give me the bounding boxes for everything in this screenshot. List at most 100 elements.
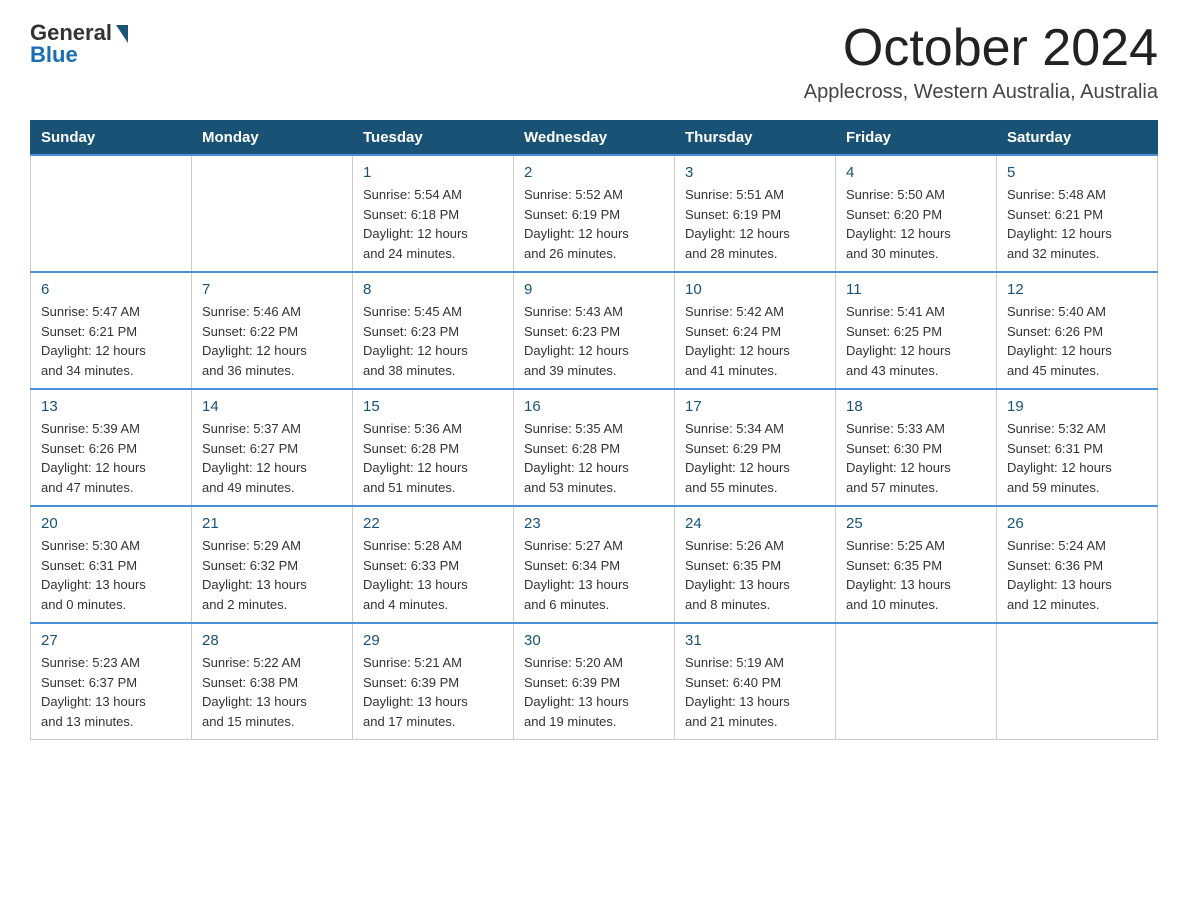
day-number: 25 [846,515,986,532]
calendar-cell: 3 Sunrise: 5:51 AM Sunset: 6:19 PM Daylig… [675,155,836,272]
day-number: 27 [41,632,181,649]
calendar-cell [997,623,1158,740]
day-info: Sunrise: 5:40 AM Sunset: 6:26 PM Dayligh… [1007,302,1147,380]
calendar-cell: 7 Sunrise: 5:46 AM Sunset: 6:22 PM Daylig… [192,272,353,389]
day-number: 24 [685,515,825,532]
weekday-header-saturday: Saturday [997,121,1158,156]
day-info: Sunrise: 5:54 AM Sunset: 6:18 PM Dayligh… [363,185,503,263]
calendar-cell: 27 Sunrise: 5:23 AM Sunset: 6:37 PM Dayli… [31,623,192,740]
day-number: 21 [202,515,342,532]
day-info: Sunrise: 5:20 AM Sunset: 6:39 PM Dayligh… [524,653,664,731]
day-number: 26 [1007,515,1147,532]
calendar-cell: 8Sunrise: 5:45 AM Sunset: 6:23 PM Daylig… [353,272,514,389]
day-info: Sunrise: 5:28 AM Sunset: 6:33 PM Dayligh… [363,536,503,614]
calendar-header: SundayMondayTuesdayWednesdayThursdayFrid… [31,121,1158,156]
weekday-header-monday: Monday [192,121,353,156]
weekday-header-friday: Friday [836,121,997,156]
day-info: Sunrise: 5:19 AM Sunset: 6:40 PM Dayligh… [685,653,825,731]
day-info: Sunrise: 5:33 AM Sunset: 6:30 PM Dayligh… [846,419,986,497]
day-info: Sunrise: 5:22 AM Sunset: 6:38 PM Dayligh… [202,653,342,731]
calendar-cell: 20Sunrise: 5:30 AM Sunset: 6:31 PM Dayli… [31,506,192,623]
day-info: Sunrise: 5:52 AM Sunset: 6:19 PM Dayligh… [524,185,664,263]
day-number: 8 [363,281,503,298]
day-number: 29 [363,632,503,649]
calendar-table: SundayMondayTuesdayWednesdayThursdayFrid… [30,120,1158,740]
calendar-cell: 10Sunrise: 5:42 AM Sunset: 6:24 PM Dayli… [675,272,836,389]
calendar-cell: 25 Sunrise: 5:25 AM Sunset: 6:35 PM Dayli… [836,506,997,623]
calendar-cell: 24 Sunrise: 5:26 AM Sunset: 6:35 PM Dayli… [675,506,836,623]
day-number: 2 [524,164,664,181]
calendar-cell: 28 Sunrise: 5:22 AM Sunset: 6:38 PM Dayli… [192,623,353,740]
day-number: 23 [524,515,664,532]
calendar-cell: 1Sunrise: 5:54 AM Sunset: 6:18 PM Daylig… [353,155,514,272]
calendar-week-2: 13 Sunrise: 5:39 AM Sunset: 6:26 PM Dayli… [31,389,1158,506]
calendar-week-1: 6Sunrise: 5:47 AM Sunset: 6:21 PM Daylig… [31,272,1158,389]
day-number: 28 [202,632,342,649]
day-number: 4 [846,164,986,181]
day-number: 7 [202,281,342,298]
calendar-cell: 30 Sunrise: 5:20 AM Sunset: 6:39 PM Dayli… [514,623,675,740]
day-info: Sunrise: 5:39 AM Sunset: 6:26 PM Dayligh… [41,419,181,497]
weekday-header-wednesday: Wednesday [514,121,675,156]
header-row: SundayMondayTuesdayWednesdayThursdayFrid… [31,121,1158,156]
calendar-cell: 15Sunrise: 5:36 AM Sunset: 6:28 PM Dayli… [353,389,514,506]
day-info: Sunrise: 5:48 AM Sunset: 6:21 PM Dayligh… [1007,185,1147,263]
day-number: 11 [846,281,986,298]
day-number: 22 [363,515,503,532]
calendar-cell: 2 Sunrise: 5:52 AM Sunset: 6:19 PM Daylig… [514,155,675,272]
logo-blue-text: Blue [30,42,78,68]
calendar-cell: 14 Sunrise: 5:37 AM Sunset: 6:27 PM Dayli… [192,389,353,506]
day-info: Sunrise: 5:21 AM Sunset: 6:39 PM Dayligh… [363,653,503,731]
day-info: Sunrise: 5:23 AM Sunset: 6:37 PM Dayligh… [41,653,181,731]
day-number: 30 [524,632,664,649]
day-info: Sunrise: 5:41 AM Sunset: 6:25 PM Dayligh… [846,302,986,380]
weekday-header-thursday: Thursday [675,121,836,156]
calendar-cell: 31 Sunrise: 5:19 AM Sunset: 6:40 PM Dayli… [675,623,836,740]
calendar-cell: 22 Sunrise: 5:28 AM Sunset: 6:33 PM Dayli… [353,506,514,623]
calendar-cell: 17Sunrise: 5:34 AM Sunset: 6:29 PM Dayli… [675,389,836,506]
day-info: Sunrise: 5:24 AM Sunset: 6:36 PM Dayligh… [1007,536,1147,614]
month-title: October 2024 [804,20,1158,77]
day-info: Sunrise: 5:25 AM Sunset: 6:35 PM Dayligh… [846,536,986,614]
calendar-cell: 11 Sunrise: 5:41 AM Sunset: 6:25 PM Dayli… [836,272,997,389]
calendar-week-4: 27 Sunrise: 5:23 AM Sunset: 6:37 PM Dayli… [31,623,1158,740]
day-number: 5 [1007,164,1147,181]
calendar-cell: 9 Sunrise: 5:43 AM Sunset: 6:23 PM Daylig… [514,272,675,389]
calendar-cell: 23 Sunrise: 5:27 AM Sunset: 6:34 PM Dayli… [514,506,675,623]
calendar-cell [192,155,353,272]
day-info: Sunrise: 5:26 AM Sunset: 6:35 PM Dayligh… [685,536,825,614]
calendar-cell: 26 Sunrise: 5:24 AM Sunset: 6:36 PM Dayli… [997,506,1158,623]
location-title: Applecross, Western Australia, Australia [804,81,1158,104]
day-number: 31 [685,632,825,649]
day-number: 3 [685,164,825,181]
day-info: Sunrise: 5:30 AM Sunset: 6:31 PM Dayligh… [41,536,181,614]
day-info: Sunrise: 5:35 AM Sunset: 6:28 PM Dayligh… [524,419,664,497]
day-info: Sunrise: 5:46 AM Sunset: 6:22 PM Dayligh… [202,302,342,380]
day-number: 15 [363,398,503,415]
logo-triangle-icon [116,25,128,43]
calendar-cell [31,155,192,272]
day-info: Sunrise: 5:51 AM Sunset: 6:19 PM Dayligh… [685,185,825,263]
day-info: Sunrise: 5:47 AM Sunset: 6:21 PM Dayligh… [41,302,181,380]
calendar-cell [836,623,997,740]
day-info: Sunrise: 5:34 AM Sunset: 6:29 PM Dayligh… [685,419,825,497]
calendar-week-3: 20Sunrise: 5:30 AM Sunset: 6:31 PM Dayli… [31,506,1158,623]
day-number: 9 [524,281,664,298]
day-number: 18 [846,398,986,415]
day-info: Sunrise: 5:37 AM Sunset: 6:27 PM Dayligh… [202,419,342,497]
title-area: October 2024 Applecross, Western Austral… [804,20,1158,104]
logo: General Blue [30,20,128,68]
day-number: 19 [1007,398,1147,415]
day-number: 13 [41,398,181,415]
weekday-header-sunday: Sunday [31,121,192,156]
calendar-body: 1Sunrise: 5:54 AM Sunset: 6:18 PM Daylig… [31,155,1158,740]
day-number: 14 [202,398,342,415]
day-number: 10 [685,281,825,298]
day-info: Sunrise: 5:43 AM Sunset: 6:23 PM Dayligh… [524,302,664,380]
calendar-cell: 6Sunrise: 5:47 AM Sunset: 6:21 PM Daylig… [31,272,192,389]
day-info: Sunrise: 5:27 AM Sunset: 6:34 PM Dayligh… [524,536,664,614]
calendar-cell: 29 Sunrise: 5:21 AM Sunset: 6:39 PM Dayli… [353,623,514,740]
calendar-cell: 19Sunrise: 5:32 AM Sunset: 6:31 PM Dayli… [997,389,1158,506]
calendar-cell: 13 Sunrise: 5:39 AM Sunset: 6:26 PM Dayli… [31,389,192,506]
calendar-cell: 21Sunrise: 5:29 AM Sunset: 6:32 PM Dayli… [192,506,353,623]
